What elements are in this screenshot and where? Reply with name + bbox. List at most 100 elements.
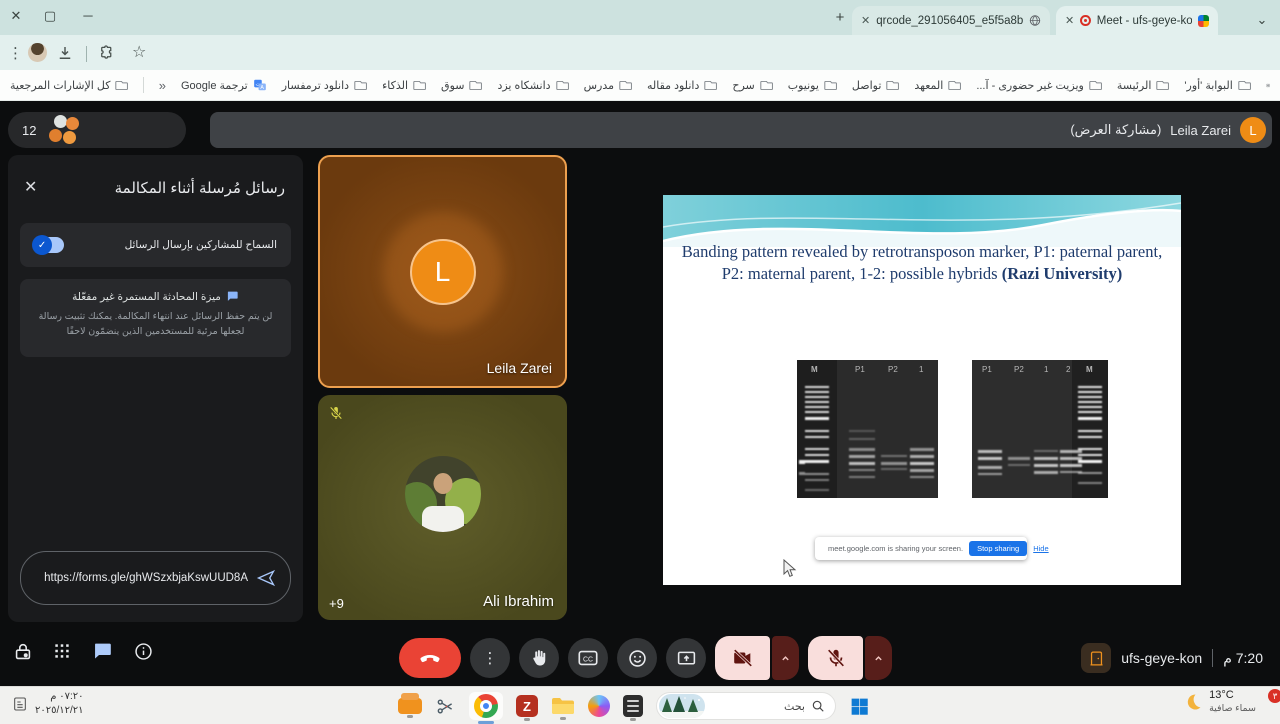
weather-desc: سماء صافية [1209,703,1256,715]
taskbar-app-copilot[interactable] [588,695,610,717]
meeting-info: ufs-geye-kon 7:20 م [1081,638,1263,678]
browser-menu-icon[interactable]: ⋮ [8,44,23,62]
mic-off-button[interactable] [808,636,863,680]
activities-grid-icon[interactable] [52,641,72,661]
more-participants-badge[interactable]: +9 [329,596,344,611]
raise-hand-button[interactable] [519,638,559,678]
bookmark-star-icon[interactable]: ☆ [132,42,146,62]
mic-options-chevron[interactable] [865,636,892,680]
folder-icon [824,79,837,92]
bookmark-item[interactable]: دانشكاه يزد [497,79,568,92]
folder-icon [551,696,575,716]
present-screen-button[interactable] [666,638,706,678]
more-options-button[interactable]: ⋮ [470,638,510,678]
bookmark-item[interactable]: ويزيت غير حضورى - آ... [976,79,1102,92]
chat-toggle[interactable]: ✓ [34,237,64,253]
tile-name-label: Ali Ibrahim [483,593,554,610]
bookmark-item[interactable]: تواصل [852,79,899,92]
bookmark-item[interactable]: المعهد [914,79,961,92]
folder-icon [469,79,482,92]
notification-badge: ٣ [1268,689,1280,703]
chat-toggle-label: السماح للمشاركين بإرسال الرسائل [125,239,277,251]
windows-taskbar: ٠٧:٢٠ م ٢٠٢٥/١٢/٢١ Z بحث [0,686,1280,724]
end-call-button[interactable] [399,638,461,678]
meeting-time: 7:20 م [1223,650,1263,667]
download-icon[interactable] [56,44,74,62]
extensions-puzzle-icon[interactable] [98,44,116,62]
profile-photo [405,456,481,532]
close-icon[interactable]: ✕ [24,177,37,197]
taskbar-app-kmplayer[interactable] [398,698,422,714]
presenter-bar[interactable]: L Leila Zarei (مشاركة العرض) [210,112,1272,148]
camera-off-button[interactable] [715,636,770,680]
couch-app-icon [398,698,422,714]
window-maximize-icon[interactable]: ▢ [40,6,60,26]
stop-sharing-button[interactable]: Stop sharing [969,541,1027,556]
message-input[interactable]: https://forms.gle/ghWSzxbjaKswUUD8A [20,551,291,605]
send-icon[interactable] [256,568,276,588]
tab-qrcode[interactable]: ✕ qrcode_291056405_e5f5a8bcb [852,6,1050,35]
window-close-icon[interactable]: ✕ [6,6,26,26]
bookmark-label: ترجمة Google [181,79,248,92]
tab-meet[interactable]: ✕ Meet - ufs-geye-kon [1056,6,1218,35]
bookmark-label: يونيوب [788,79,819,92]
bookmark-item[interactable]: دانلود مقاله [647,79,717,92]
all-bookmarks-button[interactable]: كل الإشارات المرجعية [10,79,128,92]
chat-panel-icon[interactable] [92,641,113,662]
bookmark-item[interactable]: الرئيسة [1117,79,1170,92]
mouse-cursor [783,559,797,579]
bookmark-item[interactable]: الذكاء [382,79,426,92]
bookmark-label: سوق [441,79,464,92]
side-panel-grid-icon[interactable] [1266,78,1270,93]
bookmark-item[interactable]: سوق [441,79,482,92]
taskbar-app-notepad[interactable] [623,695,643,717]
toggle-check-icon: ✓ [32,235,52,255]
profile-avatar[interactable] [28,43,47,62]
clock-time: ٠٧:٢٠ م [35,690,84,704]
host-controls-lock-icon[interactable] [12,641,34,663]
bookmarks-overflow-icon[interactable]: « [159,78,166,93]
taskbar-clock[interactable]: ٠٧:٢٠ م ٢٠٢٥/١٢/٢١ [12,690,84,717]
svg-text:CC: CC [583,656,593,663]
hand-icon [529,648,549,668]
taskbar-app-chrome[interactable] [469,692,503,720]
hide-share-bar-link[interactable]: Hide [1033,544,1048,553]
new-tab-button[interactable]: + [830,8,850,28]
taskbar-app-snipping-tool[interactable] [435,696,456,717]
video-tile-leila[interactable]: L Leila Zarei [318,155,567,388]
weather-widget[interactable]: 13°C سماء صافية ٣ [1183,689,1270,715]
bookmark-item[interactable]: مدرس [584,79,632,92]
bookmark-item[interactable]: البوابة 'أور' [1184,79,1250,92]
taskbar-start-button[interactable] [849,696,870,717]
bookmark-item[interactable]: سرح [732,79,772,92]
chat-panel-title: رسائل مُرسلة أثناء المكالمة [115,179,285,197]
meet-logo-icon [1198,15,1209,27]
taskbar-search-box[interactable]: بحث [656,692,836,720]
tab-close-icon[interactable]: ✕ [1065,14,1074,27]
bookmark-item[interactable]: دانلود ترمفسار [282,79,367,92]
window-minimize-icon[interactable]: ─ [78,6,98,26]
chat-notice-card: ميزة المحادثة المستمرة غير مفعّلة لن يتم… [20,279,291,357]
tab-search-chevron-icon[interactable]: ⌄ [1252,10,1272,30]
divider [1212,649,1213,667]
participants-pill[interactable]: 12 [8,112,186,148]
search-label: بحث [784,700,805,713]
phone-hangup-icon [418,646,442,670]
reactions-button[interactable] [617,638,657,678]
screen-share-bar: meet.google.com is sharing your screen. … [815,537,1027,560]
leave-door-icon[interactable] [1081,643,1111,673]
video-tile-ali[interactable]: +9 Ali Ibrahim [318,395,567,620]
recording-indicator-icon [1080,15,1091,26]
taskbar-app-z[interactable]: Z [516,695,538,717]
tab-title: qrcode_291056405_e5f5a8bcb [876,15,1023,27]
camera-options-chevron[interactable] [772,636,799,680]
info-icon[interactable] [133,641,154,662]
tab-close-icon[interactable]: ✕ [861,14,870,27]
captions-button[interactable]: CC [568,638,608,678]
bookmark-label: ويزيت غير حضورى - آ... [976,79,1084,92]
tablet-pen-icon [12,696,28,712]
taskbar-app-file-explorer[interactable] [551,696,575,716]
bookmark-item-translate[interactable]: تA ترجمة Google [181,78,267,92]
bookmark-item[interactable]: يونيوب [788,79,837,92]
meet-main-area: 12 L Leila Zarei (مشاركة العرض) رسائل مُ… [0,101,1280,686]
